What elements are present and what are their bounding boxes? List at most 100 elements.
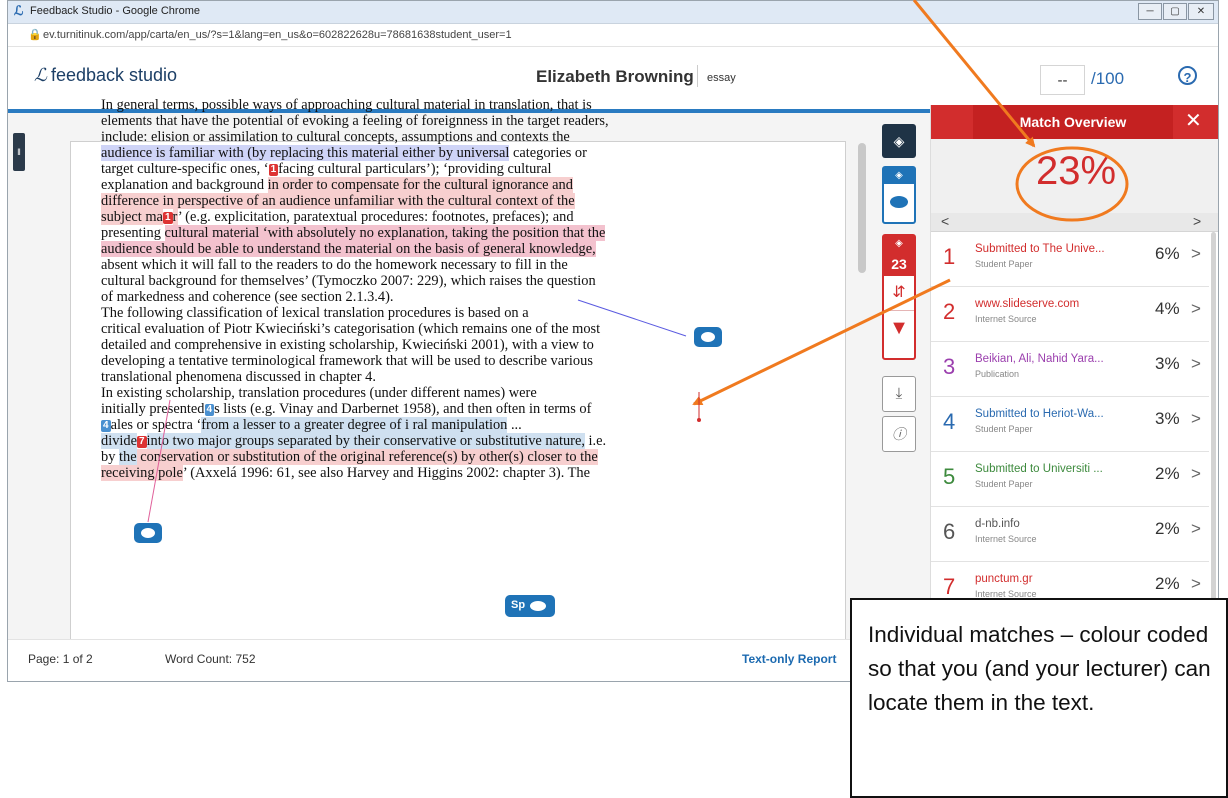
help-icon[interactable]: ? [1178,66,1197,85]
document-text-run: In general terms, possible ways of appro… [101,97,592,113]
layers-icon[interactable]: ◈ [882,124,916,158]
match-marker[interactable]: 1 [268,164,279,176]
match-source[interactable]: Submitted to The Unive... [975,243,1105,255]
highlighted-match-text[interactable]: difference in perspective of an audience… [101,193,575,209]
side-panel-handle[interactable]: ‖ [13,133,25,171]
similarity-layer-button[interactable]: ◈ 23 ⇵ ▼ [882,234,916,360]
match-source-type: Student Paper [975,424,1033,434]
match-source[interactable]: Submitted to Heriot-Wa... [975,408,1104,420]
word-count: Word Count: 752 [165,652,256,666]
document-line: divide 7 into two major groups separated b… [101,433,661,449]
highlighted-match-text[interactable]: cultural material ‘with absolutely no ex… [164,225,606,241]
match-row[interactable]: 6 d-nb.info Internet Source 2% > [931,507,1209,562]
highlighted-match-text[interactable]: in order to compensate for the cultural … [267,177,573,193]
highlighted-match-text[interactable]: audience is familiar with (by replacing … [101,145,510,161]
chevron-right-icon[interactable]: > [1191,519,1201,539]
info-icon[interactable]: ⓘ [882,416,916,452]
chevron-left-icon[interactable]: < [941,213,949,229]
filter-icon[interactable]: ▼ [884,311,914,345]
match-marker[interactable]: 4 [101,420,111,432]
highlighted-match-text[interactable]: subject ma [101,209,163,225]
minimize-button[interactable]: ─ [1138,3,1162,20]
document-text-run: translational phenomena discussed in cha… [101,369,376,385]
sort-icon[interactable]: ⇵ [884,276,914,311]
comment-bubble-icon[interactable] [134,523,162,543]
close-window-button[interactable]: ✕ [1188,3,1214,20]
maximize-button[interactable]: ▢ [1163,3,1187,20]
match-percentage: 4% [1155,299,1180,318]
highlighted-match-text[interactable]: into two major groups separated by their… [146,433,585,449]
document-text-run: cultural background for themselves’ (Tym… [101,273,596,289]
chevron-right-icon[interactable]: > [1191,464,1201,484]
address-bar[interactable]: 🔒 ev.turnitinuk.com/app/carta/en_us/?s=1… [8,24,1218,47]
text-only-report-link[interactable]: Text-only Report [742,652,836,666]
highlighted-match-text[interactable]: the [119,449,137,465]
document-text-run: of markedness and coherence (see section… [101,289,394,305]
match-source[interactable]: Beikian, Ali, Nahid Yara... [975,353,1104,365]
close-icon[interactable]: ✕ [1185,110,1202,132]
document-line: include: elision or assimilation to cult… [101,129,661,145]
document-line: developing a tentative terminological fr… [101,353,661,369]
similarity-layer-icon: ◈ [884,236,914,252]
chevron-right-icon[interactable]: > [1191,574,1201,594]
match-percentage: 2% [1155,464,1180,483]
match-row[interactable]: 5 Submitted to Universiti ... Student Pape… [931,452,1209,507]
spelling-comment-bubble[interactable]: Sp [505,595,555,617]
document-scrollbar[interactable] [858,143,866,273]
match-source-type: Student Paper [975,479,1033,489]
match-percentage: 3% [1155,354,1180,373]
document-line: translational phenomena discussed in cha… [101,369,661,385]
document-line: detailed and comprehensive in existing s… [101,337,661,353]
match-marker[interactable]: 4 [204,404,215,416]
match-row[interactable]: 3 Beikian, Ali, Nahid Yara... Publication 3… [931,342,1209,397]
document-line: receiving pole’ (Axxelá 1996: 61, see al… [101,465,661,481]
callout-text: Individual matches – colour coded so tha… [868,622,1211,715]
comment-bubble-icon[interactable] [694,327,722,347]
url-text[interactable]: ev.turnitinuk.com/app/carta/en_us/?s=1&l… [43,29,512,41]
brand-logo[interactable]: ℒfeedback studio [34,65,177,86]
overall-percentage: 23% [1035,149,1117,193]
feedback-layer-button[interactable]: ◈ [882,166,916,224]
match-marker[interactable]: 7 [136,436,147,448]
annotation-callout: Individual matches – colour coded so tha… [850,598,1228,798]
highlighted-match-text[interactable]: divide [101,433,137,449]
brand-name: feedback studio [50,65,178,85]
highlighted-match-text[interactable]: audience should be able to understand th… [101,241,596,257]
chevron-right-icon[interactable]: > [1193,213,1201,229]
chevron-right-icon[interactable]: > [1191,299,1201,319]
match-row[interactable]: 4 Submitted to Heriot-Wa... Student Paper 3… [931,397,1209,452]
match-row[interactable]: 2 www.slideserve.com Internet Source 4% > [931,287,1209,342]
document-text-run: critical evaluation of Piotr Kwieciński’… [101,321,601,337]
grade-input[interactable]: -- [1040,65,1085,95]
document-text-run: ales or spectra ‘ [110,417,202,433]
match-marker[interactable]: 1 [162,212,173,224]
panel-scrollbar[interactable] [1211,232,1216,632]
highlighted-match-text[interactable]: receiving pole [101,465,183,481]
download-icon[interactable]: ⤓ [882,376,916,412]
document-text-run: explanation and background [101,177,268,193]
match-row[interactable]: 1 Submitted to The Unive... Student Paper 6… [931,232,1209,287]
document-text-run: absent which it will fall to the readers… [101,257,568,273]
status-footer: Page: 1 of 2 Word Count: 752 Text-only R… [8,639,930,681]
chevron-right-icon[interactable]: > [1191,409,1201,429]
match-source-type: Student Paper [975,259,1033,269]
match-percentage: 6% [1155,244,1180,263]
header-divider [697,65,698,87]
match-source[interactable]: Submitted to Universiti ... [975,463,1103,475]
chevron-right-icon[interactable]: > [1191,354,1201,374]
lock-icon: 🔒 [28,29,42,41]
document-text: In general terms, possible ways of appro… [101,97,661,481]
feedback-layer-icon: ◈ [884,168,914,184]
document-line: initially presented 4 s lists (e.g. Vinay … [101,401,661,417]
match-number: 2 [943,299,956,324]
match-source[interactable]: www.slideserve.com [975,298,1079,310]
match-number: 6 [943,519,956,544]
highlighted-match-text[interactable]: conservation or substitution of the orig… [136,449,598,465]
match-source[interactable]: punctum.gr [975,573,1033,585]
document-line: audience is familiar with (by replacing … [101,145,661,161]
highlighted-match-text[interactable]: from a lesser to a greater degree of i r… [201,417,508,433]
match-source[interactable]: d-nb.info [975,518,1020,530]
document-text-run: s lists (e.g. Vinay and Darbernet 1958),… [214,401,592,417]
match-number: 5 [943,464,956,489]
chevron-right-icon[interactable]: > [1191,244,1201,264]
